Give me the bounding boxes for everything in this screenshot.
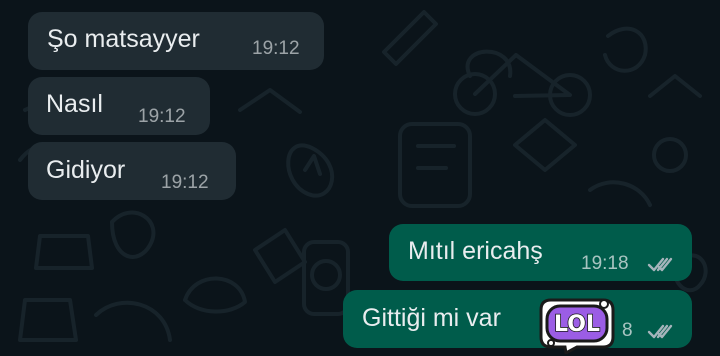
message-time: 19:12 <box>138 106 186 127</box>
incoming-message-bubble[interactable]: Şo matsayyer 19:12 <box>28 12 324 70</box>
message-text: Mıtıl ericahş <box>408 237 543 265</box>
outgoing-message-bubble[interactable]: Gittiği mi var 8 <box>343 290 692 348</box>
incoming-message-bubble[interactable]: Gidiyor 19:12 <box>28 142 236 200</box>
sticker-text: LOL <box>554 312 600 337</box>
message-time: 19:12 <box>161 172 209 193</box>
outgoing-message-bubble[interactable]: Mıtıl ericahş 19:18 <box>389 224 692 281</box>
message-text: Şo matsayyer <box>47 25 200 53</box>
message-time: 19:12 <box>252 38 300 59</box>
double-check-icon <box>647 257 673 272</box>
message-text: Gidiyor <box>46 156 126 184</box>
chat-conversation: Şo matsayyer 19:12 Nasıl 19:12 Gidiyor 1… <box>0 0 720 356</box>
message-text: Nasıl <box>46 90 103 118</box>
double-check-icon <box>647 324 673 339</box>
incoming-message-bubble[interactable]: Nasıl 19:12 <box>28 77 210 135</box>
message-time: 19:18 <box>581 253 629 274</box>
message-text: Gittiği mi var <box>362 304 501 332</box>
lol-sticker-icon[interactable]: LOL <box>538 296 616 354</box>
message-time: 8 <box>622 320 633 341</box>
